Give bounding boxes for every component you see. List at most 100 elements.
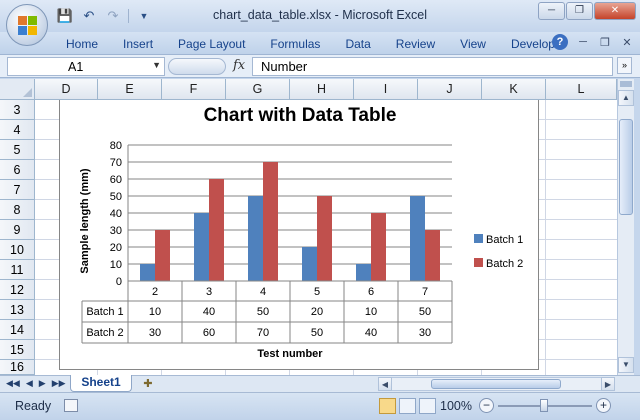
row-header[interactable]: 16 — [0, 360, 35, 375]
close-icon[interactable]: ✕ — [594, 2, 636, 20]
vertical-scroll-thumb[interactable] — [619, 119, 633, 215]
normal-view-icon[interactable] — [379, 398, 396, 414]
row-header[interactable]: 12 — [0, 280, 35, 300]
row-header[interactable]: 5 — [0, 140, 35, 160]
tab-page-layout[interactable]: Page Layout — [169, 36, 254, 52]
column-header-k[interactable]: K — [482, 79, 546, 99]
tab-home[interactable]: Home — [57, 36, 107, 52]
chart-x-tick-label: 2 — [152, 286, 158, 298]
expand-formula-bar-icon[interactable]: » — [617, 57, 632, 74]
column-header-f[interactable]: F — [162, 79, 226, 99]
workbook-close-icon[interactable]: ✕ — [620, 36, 634, 49]
view-switcher — [379, 398, 436, 414]
row-header[interactable]: 11 — [0, 260, 35, 280]
tab-review[interactable]: Review — [387, 36, 444, 52]
chart-bar — [317, 196, 332, 281]
data-table-value: 40 — [203, 306, 215, 318]
zoom-out-icon[interactable]: − — [479, 398, 494, 413]
help-icon[interactable]: ? — [552, 34, 568, 50]
fx-icon[interactable]: fx — [233, 58, 245, 73]
column-header-e[interactable]: E — [98, 79, 162, 99]
restore-icon[interactable]: ❐ — [566, 2, 593, 20]
next-sheet-icon[interactable]: ▶ — [39, 378, 46, 389]
data-table-value: 30 — [419, 327, 431, 339]
data-table-value: 50 — [311, 327, 323, 339]
sheet-tab-sheet1[interactable]: Sheet1 — [70, 375, 132, 392]
workbook-restore-icon[interactable]: ❐ — [598, 36, 612, 49]
tab-view[interactable]: View — [451, 36, 495, 52]
chart-x-tick-label: 4 — [260, 286, 266, 298]
column-header-j[interactable]: J — [418, 79, 482, 99]
name-box-value: A1 — [68, 60, 84, 74]
row-header[interactable]: 6 — [0, 160, 35, 180]
row-header[interactable]: 14 — [0, 320, 35, 340]
page-layout-view-icon[interactable] — [399, 398, 416, 414]
window-controls: ─ ❐ ✕ — [538, 2, 636, 20]
chart-bar — [410, 196, 425, 281]
column-header-i[interactable]: I — [354, 79, 418, 99]
scroll-left-icon[interactable]: ◀ — [378, 377, 392, 391]
data-table-value: 40 — [365, 327, 377, 339]
row-header[interactable]: 9 — [0, 220, 35, 240]
legend-label: Batch 1 — [486, 234, 523, 246]
scroll-up-icon[interactable]: ▲ — [618, 90, 634, 106]
row-header[interactable]: 8 — [0, 200, 35, 220]
prev-sheet-icon[interactable]: ◀ — [26, 378, 33, 389]
insert-sheet-icon[interactable]: ✚ — [138, 377, 158, 391]
column-header-l[interactable]: L — [546, 79, 617, 99]
column-header-h[interactable]: H — [290, 79, 354, 99]
office-logo-icon — [18, 16, 38, 36]
chart-bars — [140, 162, 440, 281]
chart-bar — [302, 247, 317, 281]
chart-gridlines — [127, 144, 452, 282]
sheet-navigation: ◀◀ ◀ ▶ ▶▶ — [6, 378, 66, 389]
row-header[interactable]: 15 — [0, 340, 35, 360]
formula-bar-splitter[interactable] — [168, 58, 226, 75]
tab-data[interactable]: Data — [336, 36, 379, 52]
office-button[interactable] — [6, 4, 48, 46]
tab-formulas[interactable]: Formulas — [261, 36, 329, 52]
horizontal-scroll-thumb[interactable] — [431, 379, 561, 389]
ribbon-tabs: Home Insert Page Layout Formulas Data Re… — [57, 36, 582, 52]
vertical-scrollbar[interactable]: ▲ ▼ — [617, 79, 634, 375]
select-all-button[interactable] — [0, 79, 35, 99]
page-break-view-icon[interactable] — [419, 398, 436, 414]
chart-bar — [371, 213, 386, 281]
chart-bar — [194, 213, 209, 281]
first-sheet-icon[interactable]: ◀◀ — [6, 378, 20, 389]
chart-bar — [155, 230, 170, 281]
embedded-chart[interactable]: Chart with Data Table 0 10 20 30 40 50 60 70 80 … — [59, 100, 539, 370]
column-header-g[interactable]: G — [226, 79, 290, 99]
zoom-in-icon[interactable]: + — [596, 398, 611, 413]
macro-record-icon[interactable] — [64, 399, 78, 412]
workbook-minimize-icon[interactable]: ─ — [576, 36, 590, 48]
chart-bar — [140, 264, 155, 281]
chart-y-tick-label: 20 — [110, 242, 122, 254]
tab-insert[interactable]: Insert — [114, 36, 162, 52]
zoom-level[interactable]: 100% — [440, 399, 472, 413]
formula-input[interactable]: Number — [252, 57, 613, 76]
chart-legend[interactable]: Batch 1 Batch 2 — [474, 234, 523, 270]
row-header[interactable]: 10 — [0, 240, 35, 260]
split-handle[interactable] — [620, 81, 632, 87]
scroll-right-icon[interactable]: ▶ — [601, 377, 615, 391]
chart-bar — [356, 264, 371, 281]
data-table-value: 10 — [149, 306, 161, 318]
horizontal-scrollbar[interactable]: ◀ ▶ — [378, 377, 615, 391]
ribbon-right-controls: ? ─ ❐ ✕ — [552, 34, 634, 50]
row-header[interactable]: 13 — [0, 300, 35, 320]
chart-y-tick-label: 10 — [110, 259, 122, 271]
row-header[interactable]: 3 — [0, 100, 35, 120]
row-header[interactable]: 7 — [0, 180, 35, 200]
formula-value: Number — [261, 59, 308, 74]
chevron-down-icon[interactable]: ▼ — [152, 60, 161, 70]
scroll-down-icon[interactable]: ▼ — [618, 357, 634, 373]
chart-x-tick-label: 7 — [422, 286, 428, 298]
minimize-icon[interactable]: ─ — [538, 2, 565, 20]
last-sheet-icon[interactable]: ▶▶ — [52, 378, 66, 389]
name-box[interactable]: A1 ▼ — [7, 57, 165, 76]
legend-label: Batch 2 — [486, 258, 523, 270]
column-header-d[interactable]: D — [35, 79, 98, 99]
row-header[interactable]: 4 — [0, 120, 35, 140]
zoom-slider-thumb[interactable] — [540, 399, 548, 412]
